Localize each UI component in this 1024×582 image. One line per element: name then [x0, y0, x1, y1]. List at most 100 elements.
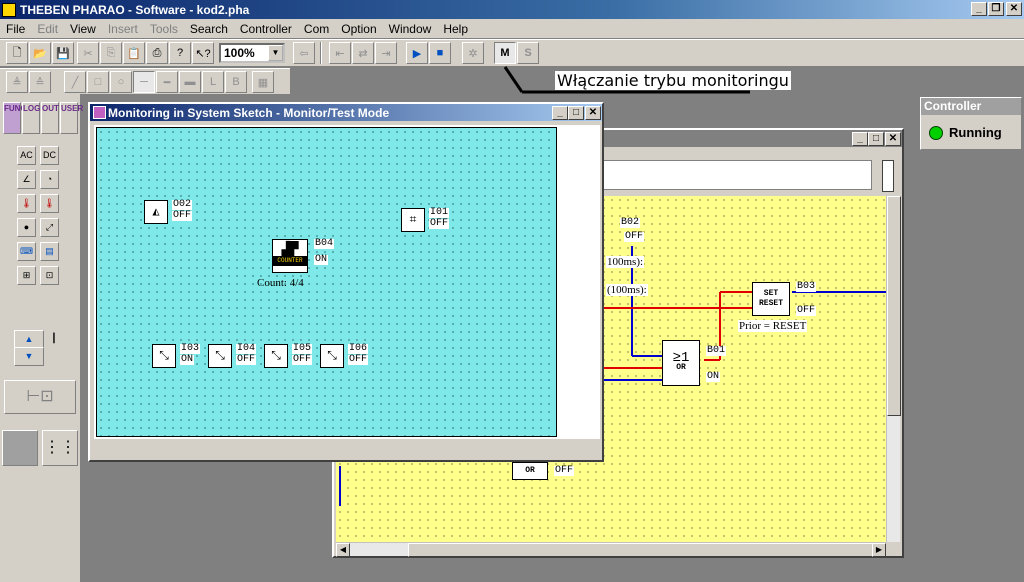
logic-vscroll-thumb[interactable] [887, 196, 901, 416]
receive-icon[interactable]: ⇥ [375, 42, 397, 64]
menu-com[interactable]: Com [298, 22, 335, 36]
menu-tools[interactable]: Tools [144, 22, 184, 36]
download-icon[interactable]: ■ [429, 42, 451, 64]
simulation-icon[interactable]: ✲ [462, 42, 484, 64]
analog-icon[interactable]: ∠ [17, 170, 36, 189]
minimize-button[interactable]: _ [971, 2, 987, 16]
chevron-down-icon[interactable]: ▼ [268, 45, 283, 61]
maximize-button[interactable]: ❐ [988, 2, 1004, 16]
logic-minimize-button[interactable]: _ [852, 132, 868, 146]
tab-out[interactable]: OUT [41, 102, 59, 134]
line-medium-icon[interactable]: ━ [156, 71, 178, 93]
b02-time-label: 100ms): [606, 256, 645, 268]
arrow-down-icon[interactable]: ▼ [14, 347, 44, 366]
compare-icon[interactable]: ⇄ [352, 42, 374, 64]
line-tool-icon[interactable]: ╱ [64, 71, 86, 93]
block-b04-name: B04 [314, 238, 335, 249]
counter-count: Count: 4/4 [257, 277, 304, 289]
or-gate-icon: ≥1 OR [662, 340, 700, 386]
border-style-icon[interactable]: B [225, 71, 247, 93]
align-top-icon[interactable]: ≙ [29, 71, 51, 93]
menu-help[interactable]: Help [437, 22, 474, 36]
logic-vertical-scrollbar[interactable] [886, 196, 901, 542]
tab-user[interactable]: USER [60, 102, 83, 134]
sim-mode-icon[interactable]: S [517, 42, 539, 64]
print-icon[interactable]: ⎙ [146, 42, 168, 64]
logic-hscroll-thumb[interactable] [408, 543, 878, 557]
cut-icon[interactable]: ✂ [77, 42, 99, 64]
annotation-text: Włączanie trybu monitoringu [555, 71, 791, 90]
menu-option[interactable]: Option [335, 22, 382, 36]
transfer-icon[interactable]: ⇤ [329, 42, 351, 64]
ac-icon[interactable]: AC [17, 146, 36, 165]
monitor-maximize-button[interactable]: □ [568, 106, 584, 120]
display-icon[interactable]: ▤ [40, 242, 59, 261]
switch-icon: ⤡ [208, 344, 232, 368]
context-help-icon[interactable]: ↖? [192, 42, 214, 64]
copy-icon[interactable]: ⎘ [100, 42, 122, 64]
hierarchy-icon[interactable]: ⊢⊡ [4, 380, 76, 414]
view-list-icon[interactable]: ⋮⋮ [42, 430, 78, 466]
monitor-mode-icon[interactable]: M [494, 42, 516, 64]
line-thin-icon[interactable]: ─ [133, 71, 155, 93]
menu-search[interactable]: Search [184, 22, 234, 36]
block-o02-state: OFF [172, 210, 193, 221]
menu-file[interactable]: File [0, 22, 31, 36]
bus-icon[interactable]: ⊞ [17, 266, 36, 285]
tab-out-label: OUT [42, 104, 59, 113]
back-icon[interactable]: ⇦ [293, 42, 315, 64]
sketch-window-icon [93, 106, 106, 119]
scroll-left-icon[interactable]: ◀ [336, 543, 350, 557]
align-icon[interactable]: ≜ [6, 71, 28, 93]
block-b03-name: B03 [796, 281, 817, 292]
monitor-canvas[interactable]: ◭ O02 OFF ⌗ I01 OFF ▟▛ COUNTER B04 ON Co… [96, 127, 557, 437]
close-button[interactable]: ✕ [1006, 2, 1022, 16]
b02-time-label-2: (100ms): [606, 284, 648, 296]
menu-edit[interactable]: Edit [31, 22, 64, 36]
ellipse-tool-icon[interactable]: ○ [110, 71, 132, 93]
logic-maximize-button[interactable]: □ [868, 132, 884, 146]
line-style-icon[interactable]: L [202, 71, 224, 93]
new-file-icon[interactable]: 🗋 [6, 42, 28, 64]
tab-logi[interactable]: LOGI [22, 102, 43, 134]
button-input-icon[interactable]: ● [17, 218, 36, 237]
menu-bar: File Edit View Insert Tools Search Contr… [0, 19, 1024, 38]
save-icon[interactable]: 💾 [52, 42, 74, 64]
monitor-close-button[interactable]: ✕ [585, 106, 601, 120]
menu-window[interactable]: Window [383, 22, 438, 36]
upload-icon[interactable]: ▶ [406, 42, 428, 64]
line-thick-icon[interactable]: ▬ [179, 71, 201, 93]
open-folder-icon[interactable]: 📂 [29, 42, 51, 64]
tc-sensor-icon[interactable]: 🌡 [40, 194, 59, 213]
gauge-icon[interactable]: ◔ [40, 170, 59, 189]
block-i01-name: I01 [429, 207, 450, 218]
tab-func[interactable]: FUNC [3, 102, 26, 134]
counter-icon: ▟▛ COUNTER [272, 239, 308, 273]
zoom-select[interactable]: 100% ▼ [219, 43, 285, 63]
app-title: THEBEN PHARAO - Software - kod2.pha [20, 2, 250, 17]
logic-horizontal-scrollbar[interactable]: ◀ ▶ [336, 542, 886, 557]
controller-panel: Controller Running [920, 97, 1022, 150]
scroll-right-icon[interactable]: ▶ [872, 543, 886, 557]
menu-insert[interactable]: Insert [102, 22, 144, 36]
app-title-bar: THEBEN PHARAO - Software - kod2.pha [0, 0, 1024, 19]
paste-icon[interactable]: 📋 [123, 42, 145, 64]
view-sketch-icon[interactable] [2, 430, 38, 466]
pt-sensor-icon[interactable]: 🌡 [17, 194, 36, 213]
status-led-icon [929, 126, 943, 140]
grid-icon[interactable]: ▦ [252, 71, 274, 93]
switch-input-icon[interactable]: ⤢ [40, 218, 59, 237]
rectangle-tool-icon[interactable]: □ [87, 71, 109, 93]
dc-icon[interactable]: DC [40, 146, 59, 165]
help-icon[interactable]: ? [169, 42, 191, 64]
block-o02-name: O02 [172, 199, 193, 210]
block-i03-state: ON [180, 354, 195, 365]
network-icon[interactable]: ⊡ [40, 266, 59, 285]
menu-view[interactable]: View [64, 22, 102, 36]
logic-close-button[interactable]: ✕ [885, 132, 901, 146]
block-b03-state: OFF [796, 305, 817, 316]
keypad-icon[interactable]: ⌨ [17, 242, 36, 261]
monitor-minimize-button[interactable]: _ [552, 106, 568, 120]
pin-icon: ┃ [48, 330, 60, 366]
menu-controller[interactable]: Controller [234, 22, 298, 36]
